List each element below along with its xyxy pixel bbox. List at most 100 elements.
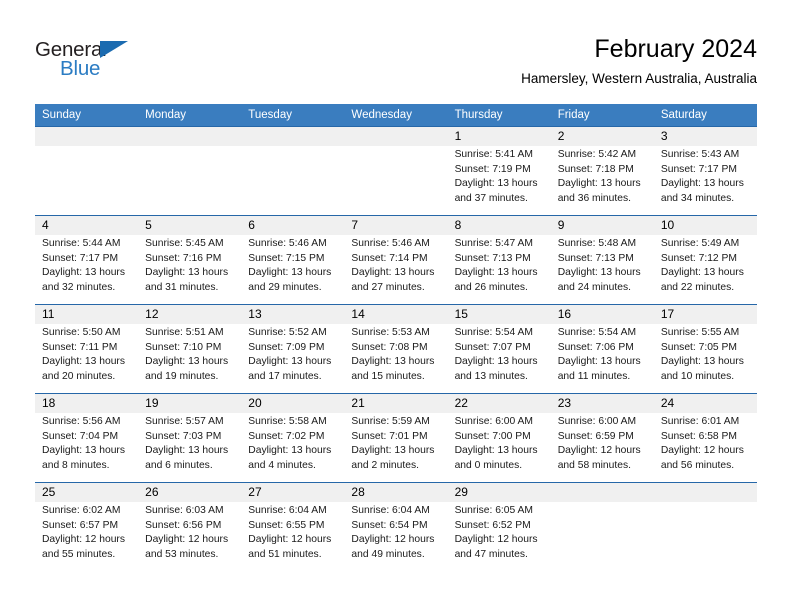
day-number: 26 bbox=[145, 485, 159, 499]
day-cell[interactable]: Sunrise: 5:49 AM Sunset: 7:12 PM Dayligh… bbox=[654, 235, 757, 304]
day-number bbox=[551, 483, 654, 502]
sunrise-text: Sunrise: 6:03 AM bbox=[145, 505, 224, 516]
day-cell[interactable]: Sunrise: 5:59 AM Sunset: 7:01 PM Dayligh… bbox=[344, 413, 447, 482]
daylight-text-line1: Daylight: 13 hours bbox=[145, 267, 229, 279]
day-number: 29 bbox=[454, 485, 468, 499]
daylight-text-line1: Daylight: 12 hours bbox=[145, 534, 229, 546]
sunrise-text: Sunrise: 5:46 AM bbox=[351, 238, 430, 249]
sunrise-text: Sunrise: 5:59 AM bbox=[351, 416, 430, 427]
day-cell[interactable]: Sunrise: 6:00 AM Sunset: 6:59 PM Dayligh… bbox=[551, 413, 654, 482]
sunset-text: Sunset: 7:00 PM bbox=[454, 430, 531, 442]
weekday-header-wednesday: Wednesday bbox=[351, 109, 412, 121]
sunset-text: Sunset: 7:05 PM bbox=[660, 341, 737, 353]
week-daynumber-band: 11 12 13 14 15 16 17 bbox=[35, 305, 757, 324]
sunset-text: Sunset: 7:13 PM bbox=[557, 252, 634, 264]
sunset-text: Sunset: 6:54 PM bbox=[351, 519, 428, 531]
day-cell[interactable]: Sunrise: 6:02 AM Sunset: 6:57 PM Dayligh… bbox=[35, 502, 138, 571]
sunset-text: Sunset: 6:57 PM bbox=[42, 519, 119, 531]
daylight-text-line1: Daylight: 12 hours bbox=[248, 534, 332, 546]
day-cell[interactable]: Sunrise: 6:03 AM Sunset: 6:56 PM Dayligh… bbox=[138, 502, 241, 571]
daylight-text-line2: and 34 minutes. bbox=[660, 192, 735, 204]
day-number: 16 bbox=[557, 307, 572, 321]
day-cell[interactable] bbox=[654, 502, 757, 571]
calendar-page: General Blue February 2024 Hamersley, We… bbox=[0, 0, 792, 612]
day-cell[interactable]: Sunrise: 5:58 AM Sunset: 7:02 PM Dayligh… bbox=[241, 413, 344, 482]
day-number: 23 bbox=[557, 396, 572, 410]
sunrise-text: Sunrise: 5:54 AM bbox=[454, 327, 533, 338]
sunset-text: Sunset: 7:17 PM bbox=[42, 252, 119, 264]
sunrise-text: Sunrise: 6:04 AM bbox=[351, 505, 430, 516]
sunrise-text: Sunrise: 5:58 AM bbox=[248, 416, 327, 427]
day-number: 10 bbox=[660, 218, 675, 232]
daylight-text-line2: and 31 minutes. bbox=[145, 281, 219, 293]
daylight-text-line2: and 36 minutes. bbox=[557, 192, 631, 204]
day-cell[interactable]: Sunrise: 6:04 AM Sunset: 6:54 PM Dayligh… bbox=[344, 502, 447, 571]
daylight-text-line2: and 24 minutes. bbox=[557, 281, 631, 293]
daylight-text-line1: Daylight: 13 hours bbox=[351, 267, 435, 279]
week-detail-band: Sunrise: 5:50 AM Sunset: 7:11 PM Dayligh… bbox=[35, 324, 757, 393]
daylight-text-line1: Daylight: 13 hours bbox=[454, 178, 538, 190]
page-title: February 2024 bbox=[594, 35, 757, 63]
daylight-text-line1: Daylight: 13 hours bbox=[248, 445, 332, 457]
day-cell[interactable] bbox=[344, 146, 447, 215]
day-cell[interactable]: Sunrise: 5:50 AM Sunset: 7:11 PM Dayligh… bbox=[35, 324, 138, 393]
day-cell[interactable]: Sunrise: 5:46 AM Sunset: 7:14 PM Dayligh… bbox=[344, 235, 447, 304]
day-cell[interactable]: Sunrise: 5:52 AM Sunset: 7:09 PM Dayligh… bbox=[241, 324, 344, 393]
day-number: 20 bbox=[248, 396, 262, 410]
day-cell[interactable]: Sunrise: 6:00 AM Sunset: 7:00 PM Dayligh… bbox=[448, 413, 551, 482]
daylight-text-line1: Daylight: 13 hours bbox=[557, 267, 641, 279]
day-cell[interactable]: Sunrise: 5:55 AM Sunset: 7:05 PM Dayligh… bbox=[654, 324, 757, 393]
day-cell[interactable]: Sunrise: 5:57 AM Sunset: 7:03 PM Dayligh… bbox=[138, 413, 241, 482]
day-cell[interactable]: Sunrise: 5:56 AM Sunset: 7:04 PM Dayligh… bbox=[35, 413, 138, 482]
weekday-header-thursday: Thursday bbox=[454, 109, 503, 121]
sunrise-text: Sunrise: 6:00 AM bbox=[557, 416, 637, 427]
daylight-text-line1: Daylight: 12 hours bbox=[454, 534, 538, 546]
day-cell[interactable] bbox=[138, 146, 241, 215]
day-number: 8 bbox=[454, 218, 462, 232]
day-cell[interactable]: Sunrise: 6:05 AM Sunset: 6:52 PM Dayligh… bbox=[448, 502, 551, 571]
day-number: 2 bbox=[557, 129, 565, 143]
day-cell[interactable]: Sunrise: 5:45 AM Sunset: 7:16 PM Dayligh… bbox=[138, 235, 241, 304]
sunset-text: Sunset: 7:03 PM bbox=[145, 430, 222, 442]
week-detail-band: Sunrise: 5:41 AM Sunset: 7:19 PM Dayligh… bbox=[35, 146, 757, 215]
week-daynumber-band: 4 5 6 7 8 9 10 bbox=[35, 216, 757, 235]
day-cell[interactable]: Sunrise: 5:51 AM Sunset: 7:10 PM Dayligh… bbox=[138, 324, 241, 393]
title-block: February 2024 Hamersley, Western Austral… bbox=[521, 34, 757, 89]
day-cell[interactable]: Sunrise: 6:01 AM Sunset: 6:58 PM Dayligh… bbox=[654, 413, 757, 482]
week-row: 11 12 13 14 15 16 17 Sunrise: 5:50 AM Su… bbox=[35, 304, 757, 393]
daylight-text-line1: Daylight: 13 hours bbox=[454, 356, 538, 368]
day-cell[interactable]: Sunrise: 5:43 AM Sunset: 7:17 PM Dayligh… bbox=[654, 146, 757, 215]
day-cell[interactable]: Sunrise: 6:04 AM Sunset: 6:55 PM Dayligh… bbox=[241, 502, 344, 571]
day-cell[interactable]: Sunrise: 5:47 AM Sunset: 7:13 PM Dayligh… bbox=[448, 235, 551, 304]
day-cell[interactable]: Sunrise: 5:54 AM Sunset: 7:06 PM Dayligh… bbox=[551, 324, 654, 393]
calendar-grid: Sunday Monday Tuesday Wednesday Thursday… bbox=[35, 104, 757, 571]
day-cell[interactable]: Sunrise: 5:46 AM Sunset: 7:15 PM Dayligh… bbox=[241, 235, 344, 304]
daylight-text-line1: Daylight: 12 hours bbox=[351, 534, 435, 546]
day-cell[interactable] bbox=[35, 146, 138, 215]
day-number: 21 bbox=[351, 396, 365, 410]
day-cell[interactable]: Sunrise: 5:44 AM Sunset: 7:17 PM Dayligh… bbox=[35, 235, 138, 304]
day-cell[interactable] bbox=[551, 502, 654, 571]
daylight-text-line2: and 17 minutes. bbox=[248, 370, 322, 382]
day-cell[interactable]: Sunrise: 5:48 AM Sunset: 7:13 PM Dayligh… bbox=[551, 235, 654, 304]
daylight-text-line1: Daylight: 13 hours bbox=[454, 445, 538, 457]
daylight-text-line2: and 58 minutes. bbox=[557, 459, 631, 471]
week-daynumber-band: 18 19 20 21 22 23 24 bbox=[35, 394, 757, 413]
day-cell[interactable]: Sunrise: 5:42 AM Sunset: 7:18 PM Dayligh… bbox=[551, 146, 654, 215]
sunrise-text: Sunrise: 5:41 AM bbox=[454, 149, 533, 160]
daylight-text-line2: and 49 minutes. bbox=[351, 548, 425, 560]
sunrise-text: Sunrise: 5:45 AM bbox=[145, 238, 224, 249]
sunset-text: Sunset: 7:16 PM bbox=[145, 252, 222, 264]
daylight-text-line2: and 6 minutes. bbox=[145, 459, 213, 471]
day-cell[interactable]: Sunrise: 5:41 AM Sunset: 7:19 PM Dayligh… bbox=[448, 146, 551, 215]
daylight-text-line2: and 37 minutes. bbox=[454, 192, 528, 204]
weekday-header-sunday: Sunday bbox=[42, 109, 82, 121]
sunset-text: Sunset: 7:12 PM bbox=[660, 252, 737, 264]
day-cell[interactable] bbox=[241, 146, 344, 215]
day-cell[interactable]: Sunrise: 5:53 AM Sunset: 7:08 PM Dayligh… bbox=[344, 324, 447, 393]
day-cell[interactable]: Sunrise: 5:54 AM Sunset: 7:07 PM Dayligh… bbox=[448, 324, 551, 393]
sunrise-text: Sunrise: 5:48 AM bbox=[557, 238, 637, 249]
daylight-text-line1: Daylight: 13 hours bbox=[145, 356, 229, 368]
sunrise-text: Sunrise: 6:04 AM bbox=[248, 505, 327, 516]
day-number: 6 bbox=[248, 218, 255, 232]
